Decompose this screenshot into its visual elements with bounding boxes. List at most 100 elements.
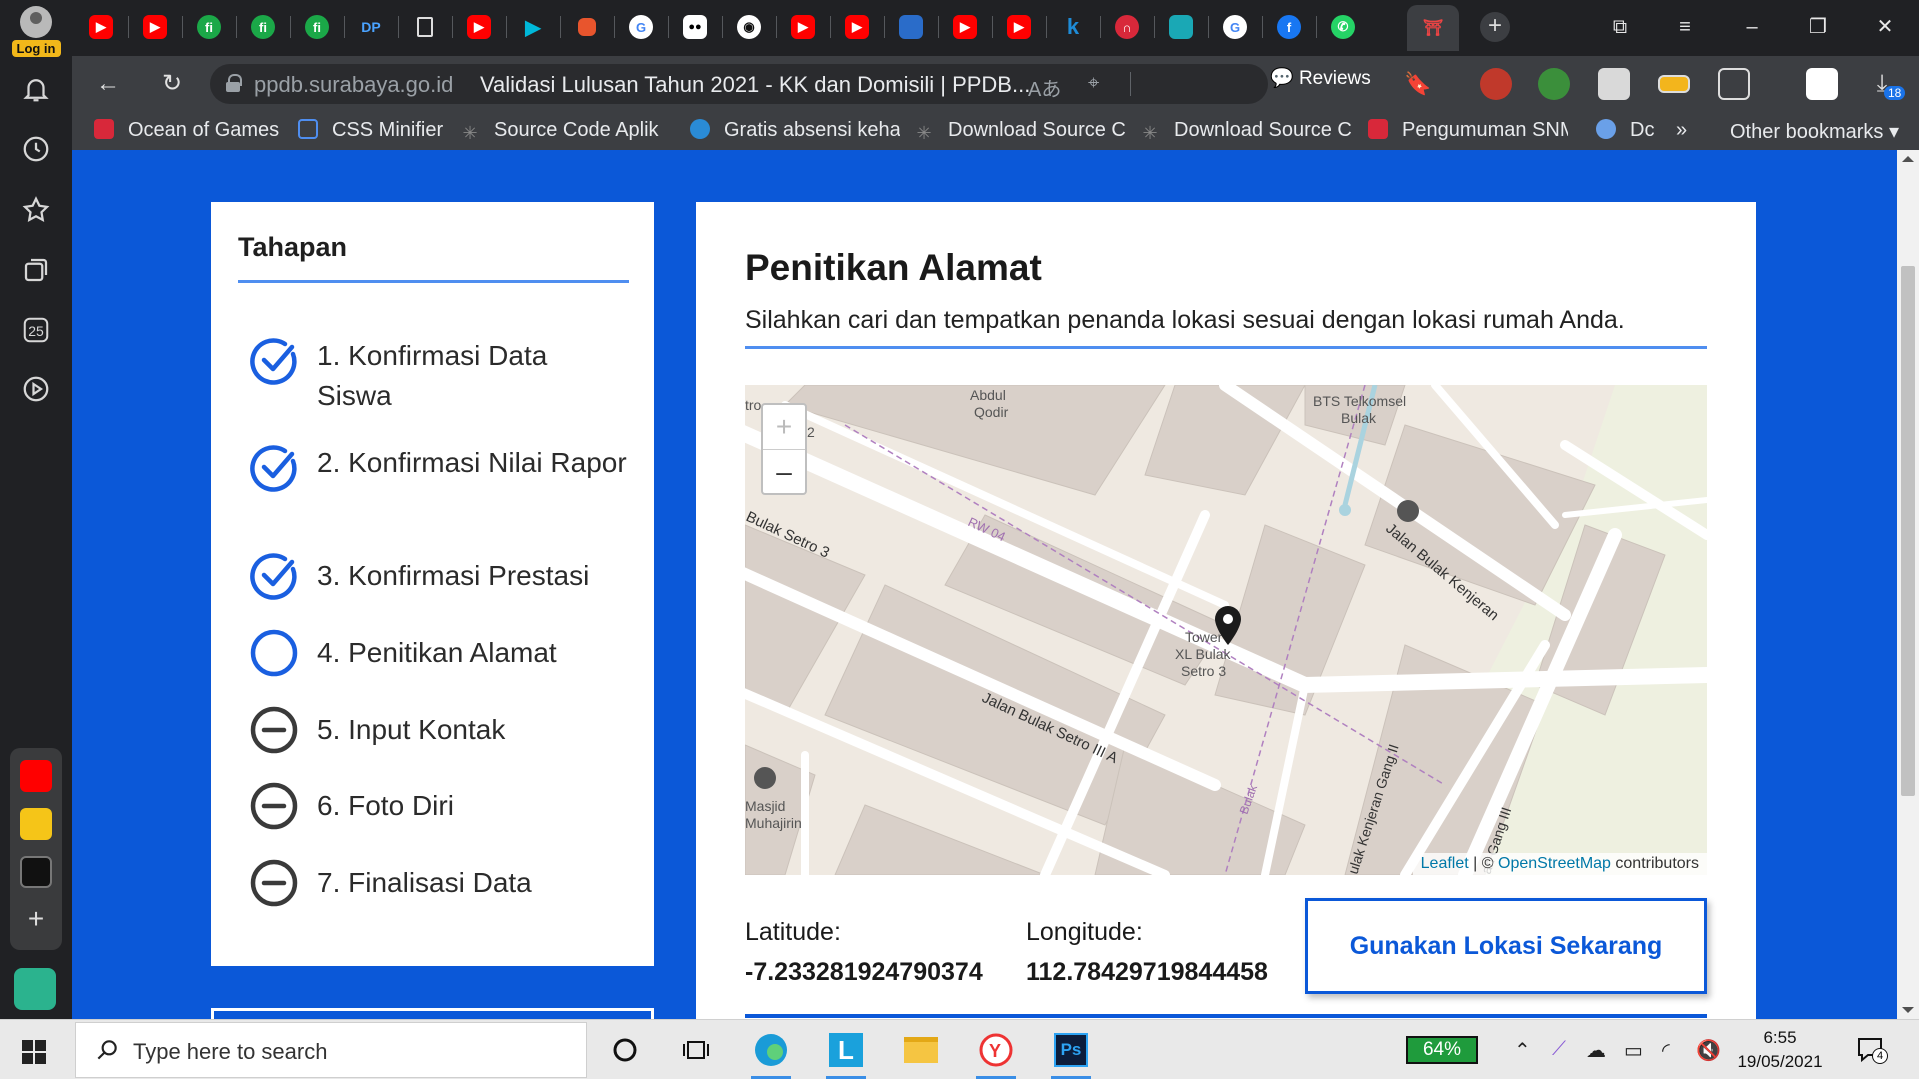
battery-tray-icon[interactable]: ▭: [1624, 1038, 1643, 1063]
page-scrollbar[interactable]: [1897, 150, 1919, 1019]
tab-medium[interactable]: ●●: [678, 10, 712, 44]
tab-red-app[interactable]: ∩: [1110, 10, 1144, 44]
add-app-icon[interactable]: +: [20, 904, 52, 936]
tab-youtube-7[interactable]: ▶: [1002, 10, 1036, 44]
collections-icon[interactable]: [20, 255, 52, 287]
tab-youtube-1[interactable]: ▶: [84, 10, 118, 44]
play-icon[interactable]: [20, 374, 52, 406]
tab-actions-icon[interactable]: ⧉: [1602, 12, 1638, 42]
tab-youtube-6[interactable]: ▶: [948, 10, 982, 44]
dc-icon: [1596, 119, 1616, 139]
tab-youtube-4[interactable]: ▶: [786, 10, 820, 44]
restore-button[interactable]: ❐: [1800, 12, 1836, 42]
windows-start-icon[interactable]: [22, 1040, 46, 1064]
mail-icon[interactable]: [20, 808, 52, 840]
bookmark-item[interactable]: ✳ Download Source C: [1140, 119, 1355, 143]
system-clock[interactable]: 6:55 19/05/2021: [1730, 1026, 1830, 1074]
bookmark-item[interactable]: CSS Minifier: [298, 119, 468, 142]
bookmark-item[interactable]: Dc: [1596, 119, 1666, 142]
tab-kompas[interactable]: k: [1056, 10, 1090, 44]
attribution-tail: contributors: [1615, 855, 1699, 872]
pen-icon[interactable]: ⟋: [1552, 1038, 1566, 1061]
bookmark-item[interactable]: Gratis absensi keha: [690, 119, 900, 142]
profile-extension-icon[interactable]: [1806, 68, 1838, 100]
onedrive-cloud-icon[interactable]: ☁: [1586, 1038, 1606, 1063]
scroll-down-icon[interactable]: [1902, 1007, 1914, 1013]
tab-office[interactable]: [570, 10, 604, 44]
tab-google-2[interactable]: G: [1218, 10, 1252, 44]
minimize-button[interactable]: –: [1734, 12, 1770, 42]
dp-icon: DP: [361, 19, 381, 35]
reload-icon[interactable]: ↻: [156, 69, 188, 99]
camera-app-icon[interactable]: [20, 856, 52, 888]
tab-fi-2[interactable]: fi: [246, 10, 280, 44]
tab-youtube-5[interactable]: ▶: [840, 10, 874, 44]
other-bookmarks-folder[interactable]: Other bookmarks ▾: [1730, 119, 1899, 144]
extension-globe-icon[interactable]: [1538, 68, 1570, 100]
address-bar[interactable]: ppdb.surabaya.go.id Validasi Lulusan Tah…: [210, 64, 1268, 104]
tab-site-blue[interactable]: [894, 10, 928, 44]
tab-whatsapp[interactable]: ✆: [1326, 10, 1360, 44]
notification-center-icon[interactable]: 4: [1856, 1036, 1888, 1064]
map-view[interactable]: Abdul Qodir BTS Telkomsel Bulak tro 2 RW…: [745, 385, 1707, 875]
extension-bug-icon[interactable]: [1480, 68, 1512, 100]
tab-fi-1[interactable]: fi: [192, 10, 226, 44]
bell-icon[interactable]: [20, 74, 52, 106]
wifi-icon[interactable]: ◜: [1662, 1038, 1670, 1063]
bookmark-icon[interactable]: 🔖: [1402, 69, 1434, 99]
tab-ppdb-active[interactable]: ⛩: [1407, 5, 1459, 51]
edge-browser-icon[interactable]: [753, 1032, 789, 1068]
tab-youtube-2[interactable]: ▶: [138, 10, 172, 44]
tab-fi-3[interactable]: fi: [300, 10, 334, 44]
minus-circle-icon: [250, 859, 298, 907]
send-app-icon[interactable]: [14, 968, 56, 1010]
new-tab-button[interactable]: +: [1480, 12, 1510, 42]
bookmark-item[interactable]: Ocean of Games: [94, 119, 284, 142]
tab-contacts[interactable]: [1164, 10, 1198, 44]
bookmark-item[interactable]: Pengumuman SNM: [1368, 119, 1568, 142]
svg-text:Y: Y: [989, 1041, 1001, 1061]
cortana-icon[interactable]: [607, 1032, 643, 1068]
zoom-in-button[interactable]: +: [763, 405, 805, 450]
reviews-button[interactable]: 💬 Reviews: [1270, 66, 1371, 90]
tab-play[interactable]: ▶: [516, 10, 550, 44]
translate-icon[interactable]: Aあ: [1028, 73, 1061, 102]
tab-google-1[interactable]: G: [624, 10, 658, 44]
star-icon[interactable]: [20, 195, 52, 227]
history-icon[interactable]: [20, 134, 52, 166]
close-button[interactable]: ✕: [1867, 12, 1903, 42]
calendar-icon[interactable]: 25: [20, 315, 52, 347]
tab-youtube-3[interactable]: ▶: [462, 10, 496, 44]
task-view-icon[interactable]: [678, 1032, 714, 1068]
battery-indicator[interactable]: 64%: [1406, 1036, 1478, 1064]
zoom-out-button[interactable]: –: [763, 450, 805, 495]
tray-chevron-up-icon[interactable]: ⌃: [1514, 1038, 1531, 1063]
use-current-location-button[interactable]: Gunakan Lokasi Sekarang: [1305, 898, 1707, 994]
more-bookmarks-chevron-icon[interactable]: »: [1676, 119, 1687, 142]
back-arrow-icon[interactable]: ←: [92, 69, 124, 99]
scrollbar-thumb[interactable]: [1901, 266, 1915, 796]
leaflet-link[interactable]: Leaflet: [1421, 855, 1469, 872]
tab-github[interactable]: ◉: [732, 10, 766, 44]
battery-extension-icon[interactable]: [1658, 75, 1690, 93]
l-app-icon[interactable]: L: [828, 1032, 864, 1068]
camera-icon[interactable]: [1598, 68, 1630, 100]
yandex-browser-icon[interactable]: Y: [978, 1032, 1014, 1068]
tab-document[interactable]: [408, 10, 442, 44]
file-explorer-icon[interactable]: [903, 1032, 939, 1068]
tab-facebook[interactable]: f: [1272, 10, 1306, 44]
login-avatar[interactable]: Log in: [8, 6, 64, 58]
location-pin-icon[interactable]: ⌖: [1088, 72, 1099, 95]
menu-icon[interactable]: ≡: [1667, 12, 1703, 42]
scroll-up-icon[interactable]: [1902, 156, 1914, 162]
youtube-icon[interactable]: [20, 760, 52, 792]
tab-dp[interactable]: DP: [354, 10, 388, 44]
taskbar-search-box[interactable]: Type here to search: [75, 1022, 587, 1078]
volume-muted-icon[interactable]: 🔇: [1696, 1038, 1721, 1063]
photoshop-icon[interactable]: Ps: [1053, 1032, 1089, 1068]
bookmark-item[interactable]: ✳ Source Code Aplik: [460, 119, 680, 143]
collections-toolbar-icon[interactable]: [1718, 68, 1750, 100]
steps-title: Tahapan: [238, 232, 348, 262]
bookmark-item[interactable]: ✳ Download Source C: [914, 119, 1129, 143]
openstreetmap-link[interactable]: OpenStreetMap: [1498, 855, 1611, 872]
